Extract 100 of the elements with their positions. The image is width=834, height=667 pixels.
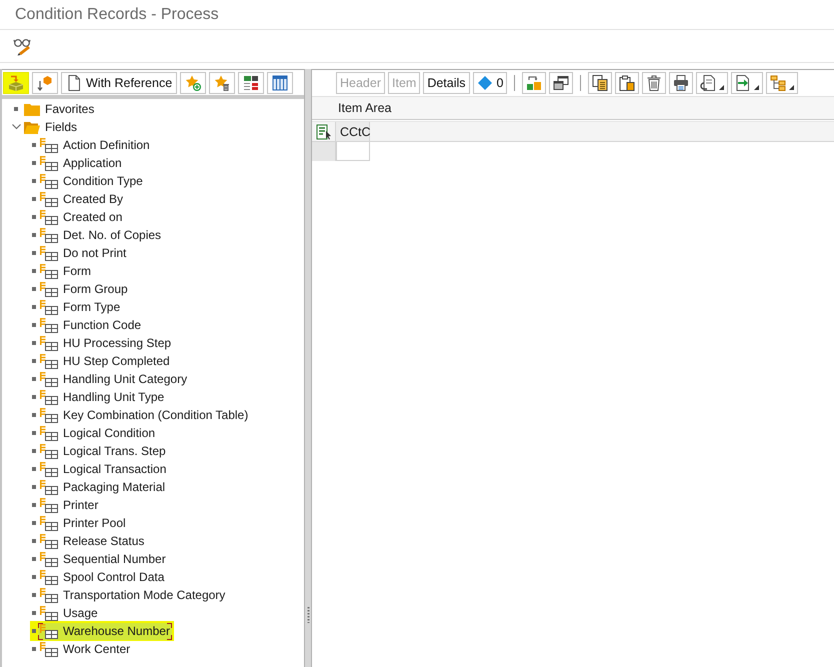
field-table-icon: [40, 570, 58, 584]
field-table-icon: [40, 138, 58, 152]
field-table-icon: [40, 210, 58, 224]
bullet-icon: [32, 629, 36, 633]
bullet-icon: [32, 161, 36, 165]
windows-icon: [553, 75, 570, 91]
tree-item[interactable]: Det. No. of Copies: [30, 226, 166, 244]
bullet-icon: [32, 449, 36, 453]
tree-item[interactable]: Transportation Mode Category: [30, 586, 230, 604]
toolbar-button[interactable]: [731, 72, 764, 94]
chevron-down-icon[interactable]: [12, 124, 20, 130]
field-table-icon: [40, 552, 58, 566]
document-clip-icon: [700, 75, 716, 91]
tree-item[interactable]: Action Definition: [30, 136, 154, 154]
tree-item[interactable]: Printer Pool: [30, 514, 130, 532]
bullet-icon: [32, 521, 36, 525]
toolbar-button[interactable]: [238, 72, 264, 94]
diamond-icon: [476, 75, 493, 91]
tree-item[interactable]: HU Processing Step: [30, 334, 176, 352]
tree-item[interactable]: Handling Unit Type: [30, 388, 168, 406]
tree-item[interactable]: Favorites: [12, 100, 98, 118]
tree-item[interactable]: Created on: [30, 208, 126, 226]
tree-item[interactable]: Condition Type: [30, 172, 147, 190]
tree-item[interactable]: Usage: [30, 604, 102, 622]
field-table-icon: [40, 480, 58, 494]
field-table-icon: [40, 228, 58, 242]
toolbar-button[interactable]: [549, 72, 574, 94]
star-add-icon: [185, 74, 202, 90]
toolbar-button[interactable]: [267, 72, 294, 94]
tree-item[interactable]: Fields: [12, 118, 82, 136]
toolbar-button[interactable]: [642, 72, 666, 94]
tree-item[interactable]: Function Code: [30, 316, 146, 334]
bullet-icon: [32, 269, 36, 273]
toolbar-button[interactable]: [522, 72, 546, 94]
input-field[interactable]: [336, 142, 370, 161]
field-table-icon: [40, 354, 58, 368]
bullet-icon: [32, 323, 36, 327]
tree-item[interactable]: Sequential Number: [30, 550, 170, 568]
boxes-icon: [526, 75, 542, 91]
toolbar-button[interactable]: [588, 72, 612, 94]
tree-item[interactable]: Packaging Material: [30, 478, 170, 496]
field-table-icon: [40, 642, 58, 656]
bullet-icon: [32, 503, 36, 507]
tree-item[interactable]: Work Center: [30, 640, 134, 658]
document-icon: [66, 74, 82, 90]
tree-item[interactable]: Logical Transaction: [30, 460, 170, 478]
toolbar-button[interactable]: With Reference: [61, 72, 178, 94]
field-table-icon: [40, 624, 58, 638]
toolbar-button[interactable]: [615, 72, 640, 94]
tree-item[interactable]: Warehouse Number: [30, 621, 174, 641]
column-header[interactable]: CCtC: [336, 122, 370, 141]
field-table-icon: [40, 318, 58, 332]
field-table-icon: [40, 588, 58, 602]
tree-layout-icon: [770, 75, 786, 91]
tree-item[interactable]: Handling Unit Category: [30, 370, 192, 388]
caret-icon: [789, 85, 794, 90]
bullet-icon: [32, 215, 36, 219]
field-table-icon: [40, 498, 58, 512]
field-table-icon: [40, 264, 58, 278]
field-table-icon: [40, 156, 58, 170]
document-arrow-icon: [735, 75, 752, 91]
tree-item[interactable]: Logical Trans. Step: [30, 442, 170, 460]
bullet-icon: [32, 341, 36, 345]
tree-item[interactable]: Release Status: [30, 532, 148, 550]
box-arrow-icon: [8, 74, 24, 90]
bullet-icon: [32, 197, 36, 201]
tree-item[interactable]: Form: [30, 262, 95, 280]
tree-item[interactable]: Printer: [30, 496, 102, 514]
bullet-icon: [32, 647, 36, 651]
caret-icon: [719, 85, 724, 90]
bullet-icon: [32, 179, 36, 183]
tree-item[interactable]: Logical Condition: [30, 424, 160, 442]
bullet-icon: [32, 593, 36, 597]
column-table-icon: [272, 74, 288, 90]
tree-item[interactable]: Application: [30, 154, 126, 172]
toolbar-button[interactable]: [32, 72, 58, 94]
bullet-icon: [32, 431, 36, 435]
tree-item[interactable]: HU Step Completed: [30, 352, 174, 370]
color-grid-icon: [243, 74, 260, 90]
open-folder-icon: [24, 120, 40, 134]
grip-icon: [306, 607, 310, 623]
bullet-icon: [32, 485, 36, 489]
field-table-icon: [40, 444, 58, 458]
tree-item[interactable]: Created By: [30, 190, 128, 208]
field-table-icon: [40, 246, 58, 260]
toolbar-button[interactable]: 0: [472, 72, 508, 94]
toolbar-button[interactable]: Details: [423, 72, 470, 94]
toolbar-button[interactable]: [209, 72, 236, 94]
bullet-icon: [32, 467, 36, 471]
toolbar-button[interactable]: [669, 72, 694, 94]
caret-icon: [754, 85, 760, 90]
bullet-icon: [32, 251, 36, 255]
tree-item[interactable]: Do not Print: [30, 244, 130, 262]
toolbar-button[interactable]: [766, 72, 798, 94]
tree-item[interactable]: Form Type: [30, 298, 124, 316]
tree-item[interactable]: Form Group: [30, 280, 132, 298]
tree-item[interactable]: Key Combination (Condition Table): [30, 406, 252, 424]
section-title: Item Area: [338, 101, 392, 115]
toolbar-button[interactable]: [696, 72, 728, 94]
tree-item[interactable]: Spool Control Data: [30, 568, 168, 586]
